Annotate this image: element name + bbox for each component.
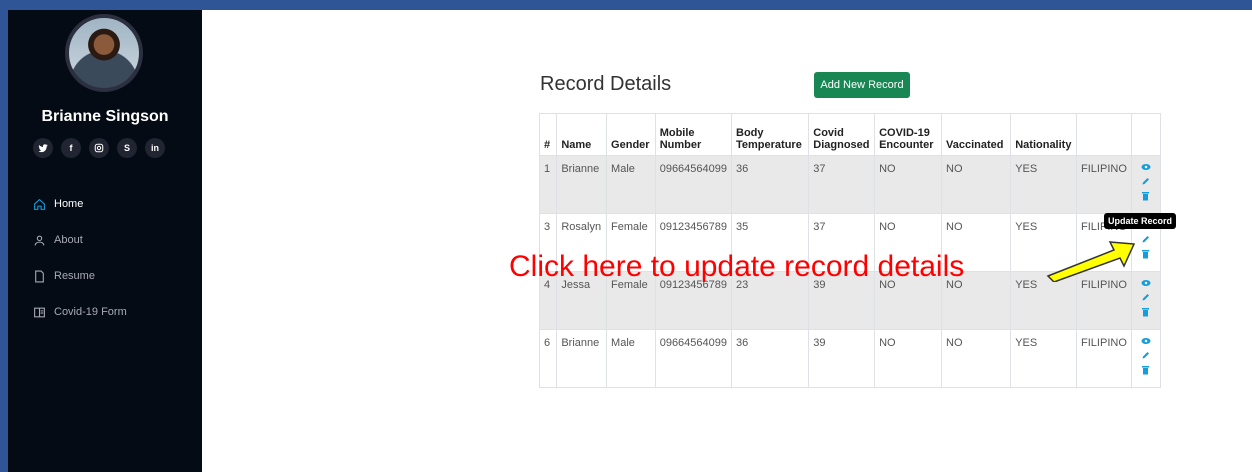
table-cell: 6 (538, 329, 558, 388)
delete-icon[interactable] (1141, 307, 1150, 320)
column-header: # (538, 113, 558, 156)
app-frame: Brianne Singson f S in Home About Resume… (8, 10, 1252, 472)
actions-cell (1130, 329, 1162, 388)
view-icon[interactable] (1141, 337, 1151, 348)
sidebar: Brianne Singson f S in Home About Resume… (8, 10, 202, 472)
column-header: Name (556, 113, 608, 156)
column-header: Nationality (1010, 113, 1078, 156)
linkedin-icon[interactable]: in (145, 138, 165, 158)
table-cell: 36 (730, 155, 810, 214)
table-cell: Male (606, 155, 656, 214)
table-row: 6 Brianne Male 09664564099 36 39 NO NO YES FILIPI… (538, 329, 1162, 388)
column-header (1076, 113, 1132, 156)
table-cell: 09664564099 (654, 155, 733, 214)
facebook-icon[interactable]: f (61, 138, 81, 158)
table-row: 1 Brianne Male 09664564099 36 37 NO NO YES FILIPI… (538, 155, 1162, 214)
instagram-icon[interactable] (89, 138, 109, 158)
table-cell: NO (874, 155, 943, 214)
sidebar-item-label: Resume (54, 270, 95, 282)
profile-name: Brianne Singson (41, 108, 169, 125)
actions-header (1130, 113, 1162, 156)
view-icon[interactable] (1141, 163, 1151, 174)
delete-icon[interactable] (1141, 365, 1150, 378)
update-record-tooltip: Update Record (1104, 213, 1177, 229)
sidebar-item-home[interactable]: Home (32, 186, 127, 222)
table-cell: 36 (730, 329, 810, 388)
table-cell: NO (941, 329, 1012, 388)
user-icon (32, 233, 46, 247)
sidebar-item-label: Home (54, 198, 84, 210)
home-icon (32, 197, 46, 211)
delete-icon[interactable] (1141, 249, 1150, 262)
page-title: Record Details (540, 73, 672, 95)
annotation-arrow-icon (1046, 241, 1136, 282)
table-cell: FILIPINO (1076, 155, 1132, 214)
annotation-text: Click here to update record details (509, 250, 965, 283)
column-header: Covid Diagnosed (808, 113, 876, 156)
sidebar-item-about[interactable]: About (32, 222, 127, 258)
form-icon (32, 305, 46, 319)
table-cell: 39 (808, 329, 876, 388)
table-cell: Male (606, 329, 656, 388)
table-cell: Brianne (556, 329, 608, 388)
edit-icon[interactable] (1141, 292, 1151, 305)
view-icon[interactable] (1141, 279, 1151, 290)
column-header: Vaccinated (941, 113, 1012, 156)
table-cell: YES (1010, 329, 1078, 388)
column-header: Body Temperature (730, 113, 810, 156)
delete-icon[interactable] (1141, 191, 1150, 204)
table-cell: 37 (808, 155, 876, 214)
avatar (65, 14, 143, 92)
social-links: f S in (33, 138, 165, 158)
sidebar-nav: Home About Resume Covid-19 Form (32, 186, 127, 330)
sidebar-item-resume[interactable]: Resume (32, 258, 127, 294)
column-header: Gender (606, 113, 656, 156)
table-cell: NO (941, 155, 1012, 214)
sidebar-item-label: Covid-19 Form (54, 306, 127, 318)
table-header-row: # Name Gender Mobile Number Body Tempera… (538, 113, 1162, 156)
sidebar-item-label: About (54, 234, 83, 246)
edit-icon[interactable] (1141, 350, 1151, 363)
table-cell: YES (1010, 155, 1078, 214)
file-icon (32, 269, 46, 283)
sidebar-item-covid-form[interactable]: Covid-19 Form (32, 294, 127, 330)
edit-icon[interactable] (1141, 176, 1151, 189)
skype-icon[interactable]: S (117, 138, 137, 158)
add-new-record-button[interactable]: Add New Record (814, 72, 910, 98)
table-cell: 09664564099 (654, 329, 733, 388)
table-cell: NO (874, 329, 943, 388)
table-cell: 1 (538, 155, 558, 214)
table-cell: Brianne (556, 155, 608, 214)
actions-cell (1130, 155, 1162, 214)
column-header: Mobile Number (654, 113, 733, 156)
edit-icon[interactable] (1141, 234, 1151, 247)
column-header: COVID-19 Encounter (874, 113, 943, 156)
twitter-icon[interactable] (33, 138, 53, 158)
table-cell: FILIPINO (1076, 329, 1132, 388)
